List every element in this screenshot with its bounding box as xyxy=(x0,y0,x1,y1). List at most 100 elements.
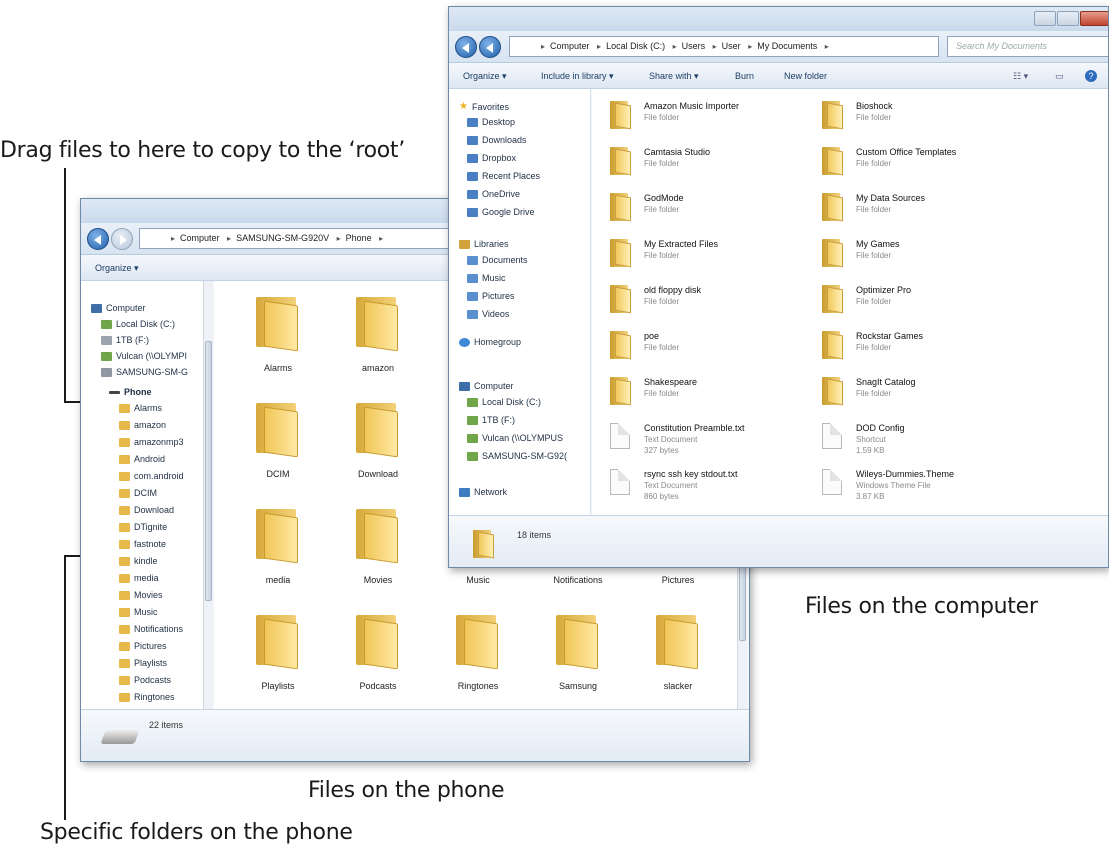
crumb-computer[interactable]: Computer xyxy=(180,233,220,243)
phone-folder-item[interactable]: Pictures xyxy=(119,641,167,651)
folder-label[interactable]: Podcasts xyxy=(328,681,428,691)
help-icon[interactable]: ? xyxy=(1085,70,1097,82)
item-name[interactable]: Shakespeare xyxy=(644,377,697,387)
nav-computer[interactable]: Computer xyxy=(91,303,146,313)
nav-list-item[interactable]: 1TB (F:) xyxy=(467,415,515,425)
phone-folder-item[interactable]: com.android xyxy=(119,471,184,481)
phone-folder-item[interactable]: fastnote xyxy=(119,539,166,549)
crumb-local-disk[interactable]: Local Disk (C:) xyxy=(606,41,665,51)
folder-icon[interactable] xyxy=(254,399,300,458)
nav-favorites[interactable]: ★ Favorites xyxy=(459,101,509,112)
nav-list-item[interactable]: Documents xyxy=(467,255,528,265)
phone-folder-item[interactable]: amazonmp3 xyxy=(119,437,184,447)
nav-network-drive[interactable]: Vulcan (\\OLYMPI xyxy=(101,351,187,361)
folder-icon[interactable] xyxy=(822,329,844,360)
folder-label[interactable]: Ringtones xyxy=(428,681,528,691)
folder-icon[interactable] xyxy=(822,237,844,268)
nav-computer[interactable]: Computer xyxy=(459,381,514,391)
folder-icon[interactable] xyxy=(610,99,632,130)
phone-folder-item[interactable]: Playlists xyxy=(119,658,167,668)
folder-icon[interactable] xyxy=(254,611,300,670)
item-name[interactable]: Optimizer Pro xyxy=(856,285,911,295)
folder-icon[interactable] xyxy=(822,375,844,406)
nav-list-item[interactable]: Recent Places xyxy=(467,171,540,181)
phone-folder-item[interactable]: DCIM xyxy=(119,488,157,498)
folder-label[interactable]: media xyxy=(228,575,328,585)
folder-label[interactable]: Music xyxy=(428,575,528,585)
phone-nav-scrollbar[interactable] xyxy=(203,281,213,709)
organize-button[interactable]: Organize ▾ xyxy=(463,71,507,82)
folder-label[interactable]: Samsung xyxy=(528,681,628,691)
crumb-device[interactable]: SAMSUNG-SM-G920V xyxy=(236,233,329,243)
minimize-icon[interactable] xyxy=(1034,11,1056,26)
nav-list-item[interactable]: OneDrive xyxy=(467,189,520,199)
item-name[interactable]: poe xyxy=(644,331,659,341)
nav-list-item[interactable]: Dropbox xyxy=(467,153,516,163)
item-name[interactable]: My Games xyxy=(856,239,900,249)
folder-icon[interactable] xyxy=(610,145,632,176)
close-icon[interactable] xyxy=(1080,11,1108,26)
folder-icon[interactable] xyxy=(822,99,844,130)
nav-list-item[interactable]: Google Drive xyxy=(467,207,535,217)
share-with-button[interactable]: Share with ▾ xyxy=(649,71,699,82)
back-icon[interactable] xyxy=(87,228,109,250)
folder-icon[interactable] xyxy=(354,611,400,670)
folder-icon[interactable] xyxy=(610,329,632,360)
phone-folder-item[interactable]: Podcasts xyxy=(119,675,171,685)
nav-list-item[interactable]: Music xyxy=(467,273,506,283)
phone-folder-item[interactable]: Ringtones xyxy=(119,692,175,702)
new-folder-button[interactable]: New folder xyxy=(784,71,827,81)
item-name[interactable]: My Extracted Files xyxy=(644,239,718,249)
phone-folder-item[interactable]: kindle xyxy=(119,556,158,566)
folder-icon[interactable] xyxy=(454,611,500,670)
phone-folder-item[interactable]: Movies xyxy=(119,590,163,600)
nav-list-item[interactable]: Downloads xyxy=(467,135,527,145)
phone-folder-item[interactable]: media xyxy=(119,573,159,583)
nav-network[interactable]: Network xyxy=(459,487,507,497)
folder-label[interactable]: slacker xyxy=(628,681,728,691)
nav-list-item[interactable]: SAMSUNG-SM-G92( xyxy=(467,451,567,461)
nav-list-item[interactable]: Vulcan (\\OLYMPUS xyxy=(467,433,563,443)
folder-icon[interactable] xyxy=(254,505,300,564)
folder-icon[interactable] xyxy=(354,505,400,564)
folder-label[interactable]: Download xyxy=(328,469,428,479)
folder-icon[interactable] xyxy=(610,191,632,222)
item-name[interactable]: Rockstar Games xyxy=(856,331,923,341)
document-icon[interactable] xyxy=(822,423,842,449)
folder-label[interactable]: amazon xyxy=(328,363,428,373)
view-options-icon[interactable]: ☷ ▾ xyxy=(1013,71,1028,82)
folder-icon[interactable] xyxy=(554,611,600,670)
phone-folder-item[interactable]: amazon xyxy=(119,420,166,430)
document-icon[interactable] xyxy=(610,469,630,495)
include-in-library-button[interactable]: Include in library ▾ xyxy=(541,71,614,82)
nav-samsung[interactable]: SAMSUNG-SM-G xyxy=(101,367,188,377)
item-name[interactable]: DOD Config xyxy=(856,423,905,433)
crumb-computer[interactable]: Computer xyxy=(550,41,590,51)
folder-icon[interactable] xyxy=(610,237,632,268)
forward-icon[interactable] xyxy=(479,36,501,58)
nav-drive-c[interactable]: Local Disk (C:) xyxy=(101,319,175,329)
folder-icon[interactable] xyxy=(354,293,400,352)
folder-icon[interactable] xyxy=(654,611,700,670)
folder-label[interactable]: Pictures xyxy=(628,575,728,585)
item-name[interactable]: Constitution Preamble.txt xyxy=(644,423,745,433)
phone-folder-item[interactable]: Download xyxy=(119,505,174,515)
computer-breadcrumb[interactable]: ▸ Computer ▸ Local Disk (C:) ▸ Users ▸ User … xyxy=(509,36,939,57)
nav-list-item[interactable]: Videos xyxy=(467,309,509,319)
item-name[interactable]: GodMode xyxy=(644,193,684,203)
nav-list-item[interactable]: Local Disk (C:) xyxy=(467,397,541,407)
organize-button[interactable]: Organize ▾ xyxy=(95,263,139,274)
scroll-thumb[interactable] xyxy=(205,341,212,601)
item-name[interactable]: My Data Sources xyxy=(856,193,925,203)
maximize-icon[interactable] xyxy=(1057,11,1079,26)
folder-label[interactable]: Alarms xyxy=(228,363,328,373)
back-icon[interactable] xyxy=(455,36,477,58)
phone-folder-item[interactable]: Notifications xyxy=(119,624,183,634)
nav-drive-f[interactable]: 1TB (F:) xyxy=(101,335,149,345)
phone-folder-item[interactable]: Music xyxy=(119,607,158,617)
phone-folder-item[interactable]: Android xyxy=(119,454,165,464)
folder-label[interactable]: Movies xyxy=(328,575,428,585)
item-name[interactable]: Wileys-Dummies.Theme xyxy=(856,469,954,479)
folder-icon[interactable] xyxy=(610,375,632,406)
item-name[interactable]: Amazon Music Importer xyxy=(644,101,739,111)
